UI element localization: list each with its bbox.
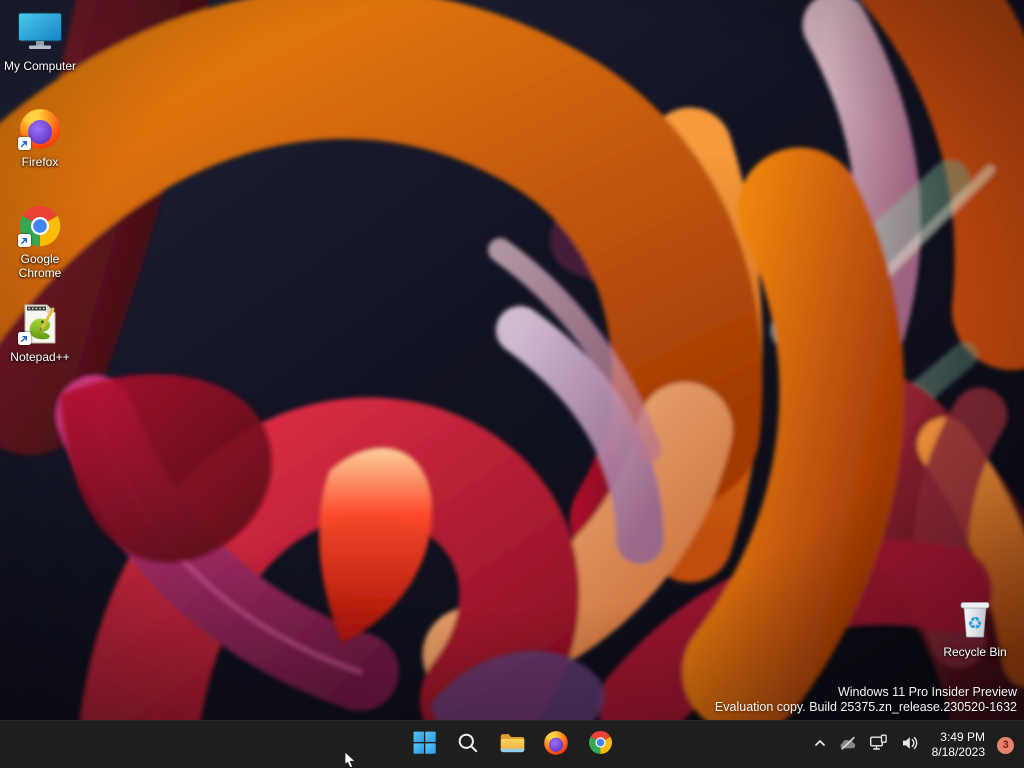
windows-desktop: { "desktop": { "icons": [ { "label": "My… [0, 0, 1024, 768]
chevron-up-icon [813, 736, 827, 755]
tray-hidden-icons-button[interactable] [808, 725, 832, 765]
chrome-taskbar-button[interactable] [580, 725, 620, 765]
recycle-bin-icon: ♻ [952, 596, 998, 642]
evaluation-watermark: Windows 11 Pro Insider Preview Evaluatio… [715, 685, 1017, 714]
taskbar-center-buttons [404, 721, 620, 768]
desktop-icon-recycle-bin[interactable]: ♻ Recycle Bin [937, 596, 1013, 659]
shortcut-arrow-icon [18, 332, 31, 345]
desktop-icon-label: Recycle Bin [943, 645, 1007, 659]
shortcut-arrow-icon [18, 234, 31, 247]
tray-volume-button[interactable] [896, 725, 924, 765]
desktop-icon-label: My Computer [3, 59, 77, 73]
desktop-icon-firefox[interactable]: Firefox [2, 106, 78, 169]
desktop-icon-my-computer[interactable]: My Computer [2, 10, 78, 73]
desktop-icon-label: Notepad++ [10, 350, 70, 364]
folder-icon [499, 731, 526, 759]
clock-date: 8/18/2023 [931, 745, 985, 759]
my-computer-icon [17, 10, 63, 56]
watermark-line1: Windows 11 Pro Insider Preview [837, 685, 1017, 699]
chrome-icon [17, 203, 63, 249]
start-button[interactable] [404, 725, 444, 765]
notepadpp-icon [17, 301, 63, 347]
search-icon [456, 731, 480, 760]
shortcut-arrow-icon [18, 137, 31, 150]
clock-time: 3:49 PM [940, 730, 985, 744]
chrome-icon [588, 730, 613, 760]
desktop-icon-notepadpp[interactable]: Notepad++ [2, 301, 78, 364]
tray-network-button[interactable] [834, 725, 862, 765]
desktop-icon-google-chrome[interactable]: Google Chrome [2, 203, 78, 280]
tray-display-button[interactable] [864, 725, 894, 765]
firefox-icon [543, 730, 569, 761]
speaker-icon [901, 735, 919, 756]
desktop-wallpaper [0, 0, 1024, 720]
network-offline-icon [839, 735, 857, 756]
display-connect-icon [869, 734, 889, 756]
taskbar-clock[interactable]: 3:49 PM 8/18/2023 [926, 730, 991, 760]
desktop-icon-label: Google Chrome [18, 252, 62, 280]
firefox-icon [17, 106, 63, 152]
file-explorer-button[interactable] [492, 725, 532, 765]
firefox-taskbar-button[interactable] [536, 725, 576, 765]
search-button[interactable] [448, 725, 488, 765]
watermark-line2: Evaluation copy. Build 25375.zn_release.… [714, 699, 1017, 714]
desktop-icon-label: Firefox [21, 155, 59, 169]
notification-count: 3 [1002, 739, 1009, 751]
taskbar: 3:49 PM 8/18/2023 3 [0, 720, 1024, 768]
windows-start-icon [412, 730, 437, 760]
notification-badge[interactable]: 3 [997, 736, 1014, 754]
system-tray: 3:49 PM 8/18/2023 3 [808, 721, 1020, 768]
svg-text:♻: ♻ [967, 614, 982, 634]
